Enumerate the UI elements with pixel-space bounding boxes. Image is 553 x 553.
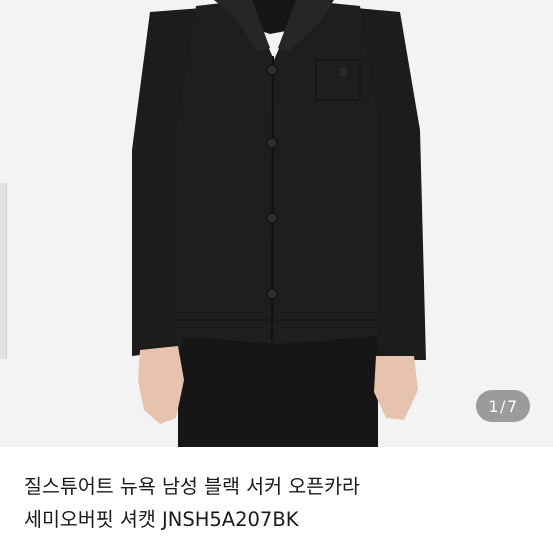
jacket-button-3	[266, 212, 278, 224]
jacket-button-2	[266, 137, 278, 149]
product-title: 질스튜어트 뉴욕 남성 블랙 서커 오픈카라 세미오버핏 셔캣 JNSH5A20…	[24, 470, 529, 536]
model-trousers	[178, 330, 378, 447]
product-title-line-1: 질스튜어트 뉴욕 남성 블랙 서커 오픈카라	[24, 475, 360, 498]
jacket-button-4	[266, 288, 278, 300]
image-counter-badge: 1 / 7	[476, 390, 530, 422]
product-detail-page: 1 / 7 질스튜어트 뉴욕 남성 블랙 서커 오픈카라 세미오버핏 셔캣 JN…	[0, 0, 553, 553]
image-counter-separator: /	[500, 396, 506, 416]
product-photo	[0, 0, 553, 447]
jacket-button-1	[266, 64, 278, 76]
image-counter-total: 7	[506, 396, 518, 416]
carousel-previous-edge[interactable]	[0, 183, 7, 359]
image-counter-current: 1	[488, 396, 500, 416]
product-title-line-2: 세미오버핏 셔캣 JNSH5A207BK	[24, 508, 299, 531]
product-image-carousel[interactable]: 1 / 7	[0, 0, 553, 447]
